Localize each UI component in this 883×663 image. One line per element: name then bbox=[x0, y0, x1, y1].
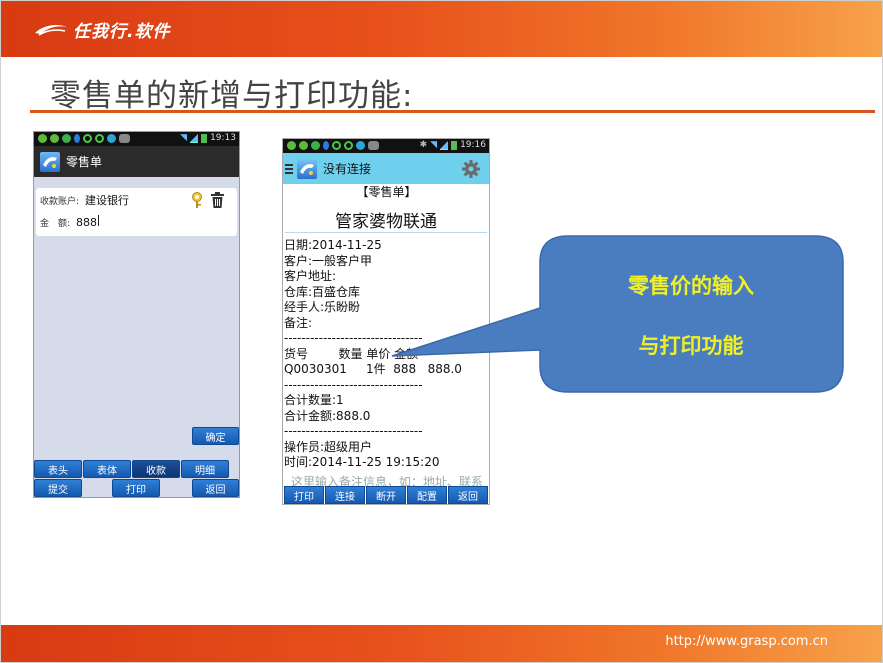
gear-icon[interactable] bbox=[461, 159, 481, 179]
website-url[interactable]: http://www.grasp.com.cn bbox=[665, 634, 828, 649]
trash-icon[interactable] bbox=[210, 192, 225, 208]
status-bar: ✱ ◥ 19:16 bbox=[283, 139, 489, 153]
signal-icon bbox=[440, 140, 449, 150]
amount-value: 888 bbox=[76, 216, 98, 229]
tab-header[interactable]: 表头 bbox=[34, 460, 82, 478]
receipt-line: Q0030301 1件 888 888.0 bbox=[284, 362, 462, 376]
menu-icon[interactable] bbox=[285, 163, 293, 174]
disconnect-button[interactable]: 断开 bbox=[366, 486, 406, 504]
callout-line-1: 零售价的输入 bbox=[628, 274, 754, 298]
receipt-line: 经手人:乐盼盼 bbox=[284, 300, 361, 314]
battery-icon bbox=[201, 133, 208, 143]
ring-icon bbox=[344, 141, 353, 150]
back-button[interactable]: 返回 bbox=[192, 479, 239, 497]
submit-button[interactable]: 提交 bbox=[34, 479, 82, 497]
battery-icon bbox=[451, 140, 458, 150]
status-time: 19:13 bbox=[210, 133, 236, 143]
header-bar: 任我行.软件 bbox=[1, 1, 882, 57]
swoosh-icon bbox=[35, 25, 67, 36]
phone-screen-retail-entry: ◥ 19:13 零售单 收款账户: 建设银行 金 额: 888 确定 表头 表体… bbox=[33, 131, 240, 498]
app-bar: 没有连接 bbox=[283, 153, 489, 184]
bluetooth-icon: ✱ bbox=[419, 140, 428, 150]
app-logo-icon bbox=[40, 151, 60, 172]
connection-status-title: 没有连接 bbox=[323, 162, 372, 176]
print-button[interactable]: 打印 bbox=[284, 486, 324, 504]
receipt-line: 客户地址: bbox=[284, 269, 337, 283]
amount-input[interactable]: 888 bbox=[76, 215, 100, 229]
callout-line-2: 与打印功能 bbox=[638, 334, 744, 358]
connect-button[interactable]: 连接 bbox=[325, 486, 365, 504]
usb-icon bbox=[74, 134, 80, 143]
ring-icon bbox=[83, 134, 92, 143]
text-cursor bbox=[98, 215, 100, 226]
app-bar: 零售单 bbox=[34, 146, 239, 177]
page-title: 零售单的新增与打印功能: bbox=[50, 78, 414, 114]
receipt-line: 备注: bbox=[284, 315, 313, 330]
receipt-line: 客户:一般客户甲 bbox=[284, 253, 373, 268]
receipt-line: -------------------------------- bbox=[284, 424, 423, 438]
signal-icon bbox=[190, 133, 199, 143]
printer-button-row: 打印 连接 断开 配置 返回 bbox=[284, 486, 488, 504]
app-notification-icon bbox=[50, 134, 59, 143]
status-time: 19:16 bbox=[460, 140, 486, 150]
account-value[interactable]: 建设银行 bbox=[85, 192, 129, 208]
confirm-button[interactable]: 确定 bbox=[192, 427, 239, 445]
amount-label: 金 额: bbox=[40, 218, 71, 229]
receipt-line: 操作员:超级用户 bbox=[284, 439, 373, 454]
wifi-icon: ◥ bbox=[430, 140, 438, 150]
receipt-line: 合计数量:1 bbox=[284, 393, 344, 407]
amount-row[interactable]: 金 额: 888 bbox=[40, 212, 100, 232]
phone-screen-print-preview: ✱ ◥ 19:16 没有连接 【零售单】 管家婆物联通 日期:2014-11-2… bbox=[282, 138, 490, 505]
app-notification-icon bbox=[287, 141, 296, 150]
cat-icon bbox=[368, 141, 379, 150]
payment-form: 收款账户: 建设银行 金 额: 888 bbox=[36, 188, 237, 236]
app-notification-icon bbox=[62, 134, 71, 143]
app-notification-icon bbox=[38, 134, 47, 143]
usb-icon bbox=[323, 141, 329, 150]
receipt-line: 时间:2014-11-25 19:15:20 bbox=[284, 455, 440, 469]
tab-payment[interactable]: 收款 bbox=[132, 460, 180, 478]
sync-icon bbox=[107, 134, 116, 143]
search-key-icon[interactable] bbox=[189, 191, 205, 209]
print-button[interactable]: 打印 bbox=[112, 479, 160, 497]
receipt-line: -------------------------------- bbox=[284, 377, 423, 392]
sync-icon bbox=[356, 141, 365, 150]
account-row[interactable]: 收款账户: 建设银行 bbox=[40, 190, 129, 210]
status-right: ◥ 19:13 bbox=[180, 133, 236, 143]
ring-icon bbox=[95, 134, 104, 143]
brand-logo: 任我行.软件 bbox=[33, 11, 170, 47]
receipt-doc-type: 【零售单】 bbox=[356, 185, 417, 199]
receipt-shop-name[interactable]: 管家婆物联通 bbox=[285, 207, 487, 233]
tab-body[interactable]: 表体 bbox=[83, 460, 131, 478]
receipt-line: -------------------------------- bbox=[284, 331, 423, 345]
status-right: ✱ ◥ 19:16 bbox=[420, 140, 486, 150]
notification-icons bbox=[38, 134, 130, 143]
receipt-line: 合计金额:888.0 bbox=[284, 408, 371, 423]
receipt-body: 日期:2014-11-25 客户:一般客户甲 客户地址: 仓库:百盛仓库 经手人:乐盼盼… bbox=[284, 238, 489, 471]
app-notification-icon bbox=[299, 141, 308, 150]
app-title: 零售单 bbox=[66, 155, 103, 169]
ring-icon bbox=[332, 141, 341, 150]
wifi-icon: ◥ bbox=[180, 133, 188, 143]
footer-bar: http://www.grasp.com.cn bbox=[1, 625, 882, 662]
app-notification-icon bbox=[311, 141, 320, 150]
tab-detail[interactable]: 明细 bbox=[181, 460, 229, 478]
back-button[interactable]: 返回 bbox=[448, 486, 488, 504]
receipt-line: 货号 数量 单价 金额 bbox=[284, 346, 419, 361]
receipt-line: 仓库:百盛仓库 bbox=[284, 284, 361, 299]
title-divider bbox=[30, 110, 875, 113]
notification-icons bbox=[287, 141, 379, 150]
account-label: 收款账户: bbox=[40, 196, 80, 207]
cat-icon bbox=[119, 134, 130, 143]
receipt-line: 日期:2014-11-25 bbox=[284, 238, 382, 252]
status-bar: ◥ 19:13 bbox=[34, 132, 239, 146]
config-button[interactable]: 配置 bbox=[407, 486, 447, 504]
app-logo-icon[interactable] bbox=[297, 158, 317, 179]
brand-name: 任我行.软件 bbox=[73, 21, 171, 42]
